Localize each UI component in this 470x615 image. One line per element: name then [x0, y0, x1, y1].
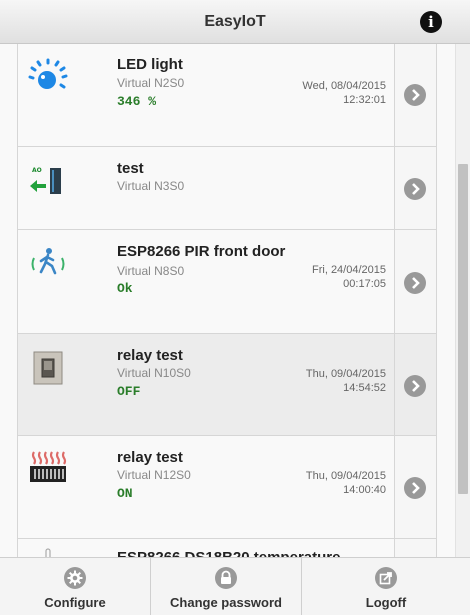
device-node: Virtual N2S0: [117, 76, 185, 90]
device-row-main[interactable]: relay test Virtual N10S0 OFF Thu, 09/04/…: [18, 334, 394, 435]
device-name: test: [117, 160, 144, 177]
footer-navbar: Configure Change password Logoff: [0, 557, 470, 615]
svg-text:AO: AO: [32, 167, 42, 174]
device-row-main[interactable]: LED light Virtual N2S0 346 % Wed, 08/04/…: [18, 44, 394, 146]
device-date: Thu, 09/04/2015: [305, 368, 386, 380]
scrollbar[interactable]: [455, 44, 470, 557]
change-password-label: Change password: [170, 595, 282, 610]
device-details-button[interactable]: [394, 147, 436, 229]
device-time: 12:32:01: [343, 94, 386, 106]
scrollbar-thumb[interactable]: [458, 164, 468, 494]
device-details-button[interactable]: [394, 334, 436, 435]
device-row-test[interactable]: AO test Virtual N3S0: [17, 147, 437, 230]
device-timestamp: Fri, 24/04/2015 00:17:05: [312, 263, 386, 291]
change-password-button[interactable]: Change password: [151, 558, 302, 615]
dimmer-dial-icon: [28, 58, 68, 89]
page-title: EasyIoT: [204, 12, 266, 30]
device-list: LED light Virtual N2S0 346 % Wed, 08/04/…: [0, 44, 455, 557]
configure-button[interactable]: Configure: [0, 558, 151, 615]
heater-icon: [30, 451, 67, 482]
device-node: Virtual N12S0: [117, 468, 191, 482]
device-row-relay-test-off[interactable]: relay test Virtual N10S0 OFF Thu, 09/04/…: [17, 334, 437, 436]
device-value: 346 %: [117, 94, 157, 109]
device-date: Thu, 09/04/2015: [305, 470, 386, 482]
device-row-main[interactable]: ESP8266 DS18B20 temperature: [18, 539, 394, 557]
device-name: ESP8266 DS18B20 temperature: [117, 549, 340, 557]
device-date: Wed, 08/04/2015: [302, 80, 386, 92]
device-value: ON: [117, 486, 133, 501]
device-details-button[interactable]: [394, 436, 436, 538]
logoff-icon: [375, 567, 397, 589]
device-details-button[interactable]: [394, 230, 436, 333]
device-row-ds18b20-temperature[interactable]: ESP8266 DS18B20 temperature: [17, 539, 437, 557]
device-time: 14:00:40: [343, 484, 386, 496]
device-node: Virtual N8S0: [117, 264, 185, 278]
logoff-button[interactable]: Logoff: [302, 558, 470, 615]
chevron-right-icon: [404, 477, 426, 499]
device-row-relay-test-on[interactable]: relay test Virtual N12S0 ON Thu, 09/04/2…: [17, 436, 437, 539]
device-value: OFF: [117, 384, 141, 399]
device-details-button[interactable]: [394, 44, 436, 146]
device-timestamp: Thu, 09/04/2015 14:54:52: [306, 367, 386, 395]
device-row-main[interactable]: ESP8266 PIR front door Virtual N8S0 Ok F…: [18, 230, 394, 333]
device-time: 14:54:52: [343, 382, 386, 394]
device-row-pir-front-door[interactable]: ESP8266 PIR front door Virtual N8S0 Ok F…: [17, 230, 437, 334]
chevron-right-icon: [404, 272, 426, 294]
device-node: Virtual N3S0: [117, 179, 185, 193]
device-name: ESP8266 PIR front door: [117, 243, 286, 260]
lock-icon: [215, 567, 237, 589]
thermometer-icon: [45, 548, 51, 557]
device-date: Fri, 24/04/2015: [312, 264, 386, 276]
gear-icon: [64, 567, 86, 589]
device-name: relay test: [117, 347, 183, 364]
chevron-right-icon: [404, 178, 426, 200]
chevron-right-icon: [404, 375, 426, 397]
header-bar: EasyIoT i: [0, 0, 470, 44]
device-row-main[interactable]: AO test Virtual N3S0: [18, 147, 394, 229]
info-icon[interactable]: i: [420, 11, 442, 33]
device-timestamp: Wed, 08/04/2015 12:32:01: [302, 79, 386, 107]
device-name: LED light: [117, 56, 183, 73]
device-row-main[interactable]: relay test Virtual N12S0 ON Thu, 09/04/2…: [18, 436, 394, 538]
configure-label: Configure: [44, 595, 106, 610]
device-time: 00:17:05: [343, 278, 386, 290]
device-timestamp: Thu, 09/04/2015 14:00:40: [306, 469, 386, 497]
chevron-right-icon: [404, 84, 426, 106]
analog-output-icon: AO: [30, 167, 61, 194]
app: EasyIoT i LED light Virtual N2S0 346 % W…: [0, 0, 470, 615]
logoff-label: Logoff: [365, 595, 407, 610]
device-value: Ok: [117, 281, 133, 296]
device-node: Virtual N10S0: [117, 366, 191, 380]
light-switch-icon: [33, 351, 63, 385]
device-row-led-light[interactable]: LED light Virtual N2S0 346 % Wed, 08/04/…: [17, 44, 437, 147]
device-name: relay test: [117, 449, 183, 466]
device-details-button[interactable]: [394, 539, 436, 557]
motion-sensor-icon: [31, 248, 65, 275]
